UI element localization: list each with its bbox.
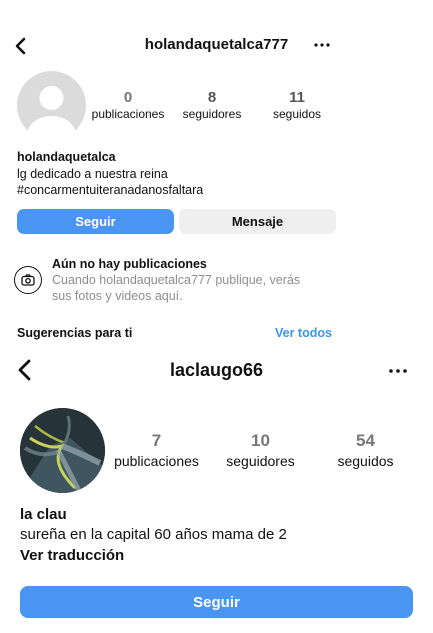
stat-label: publicaciones xyxy=(114,453,199,469)
more-options-icon xyxy=(389,369,407,373)
stat-followers[interactable]: 8 seguidores xyxy=(170,89,254,121)
stat-posts: 7 publicaciones xyxy=(105,431,208,469)
stat-value: 0 xyxy=(123,89,133,106)
translate-link[interactable]: Ver traducción xyxy=(20,547,124,564)
back-button[interactable] xyxy=(10,356,38,384)
stat-value: 54 xyxy=(356,431,375,450)
display-name: la clau xyxy=(20,506,67,523)
more-options-button[interactable] xyxy=(310,34,334,56)
more-options-button[interactable] xyxy=(384,360,412,382)
stat-value: 8 xyxy=(207,89,217,106)
page-title: laclaugo66 xyxy=(169,360,264,380)
stat-label: seguidos xyxy=(337,453,394,469)
bio-hashtag[interactable]: #concarmentuiteranadanosfaltara xyxy=(17,183,203,197)
more-options-icon xyxy=(314,43,330,47)
default-avatar-icon xyxy=(27,86,76,140)
suggestions-heading: Sugerencias para ti xyxy=(17,326,133,340)
display-name: holandaquetalca xyxy=(17,150,116,164)
stat-following[interactable]: 54 seguidos xyxy=(313,431,418,469)
avatar[interactable] xyxy=(17,71,86,140)
see-all-link[interactable]: Ver todos xyxy=(275,326,332,340)
bio-line: lg dedicado a nuestra reina xyxy=(17,167,168,181)
back-button[interactable] xyxy=(8,34,32,58)
stat-label: seguidos xyxy=(272,107,322,121)
avatar-photo xyxy=(20,408,105,493)
stat-value: 10 xyxy=(251,431,270,450)
stat-label: publicaciones xyxy=(91,107,165,121)
stat-posts: 0 publicaciones xyxy=(86,89,170,121)
back-arrow-icon xyxy=(15,37,26,55)
empty-title: Aún no hay publicaciones xyxy=(52,257,207,271)
follow-button[interactable]: Seguir xyxy=(17,209,174,234)
back-arrow-icon xyxy=(18,359,31,381)
stat-label: seguidores xyxy=(226,453,295,469)
stat-followers[interactable]: 10 seguidores xyxy=(208,431,313,469)
bio-line: sureña en la capital 60 años mama de 2 xyxy=(20,526,287,543)
follow-button[interactable]: Seguir xyxy=(20,586,413,618)
empty-text: sus fotos y videos aquí. xyxy=(52,289,183,303)
camera-icon xyxy=(21,274,35,286)
stat-value: 7 xyxy=(151,431,162,450)
camera-badge xyxy=(14,266,42,294)
avatar[interactable] xyxy=(20,408,105,493)
empty-text: Cuando holandaquetalca777 publique, verá… xyxy=(52,273,301,287)
stat-value: 11 xyxy=(289,89,305,106)
stat-label: seguidores xyxy=(182,107,242,121)
message-button[interactable]: Mensaje xyxy=(179,209,336,234)
stat-following[interactable]: 11 seguidos xyxy=(254,89,340,121)
